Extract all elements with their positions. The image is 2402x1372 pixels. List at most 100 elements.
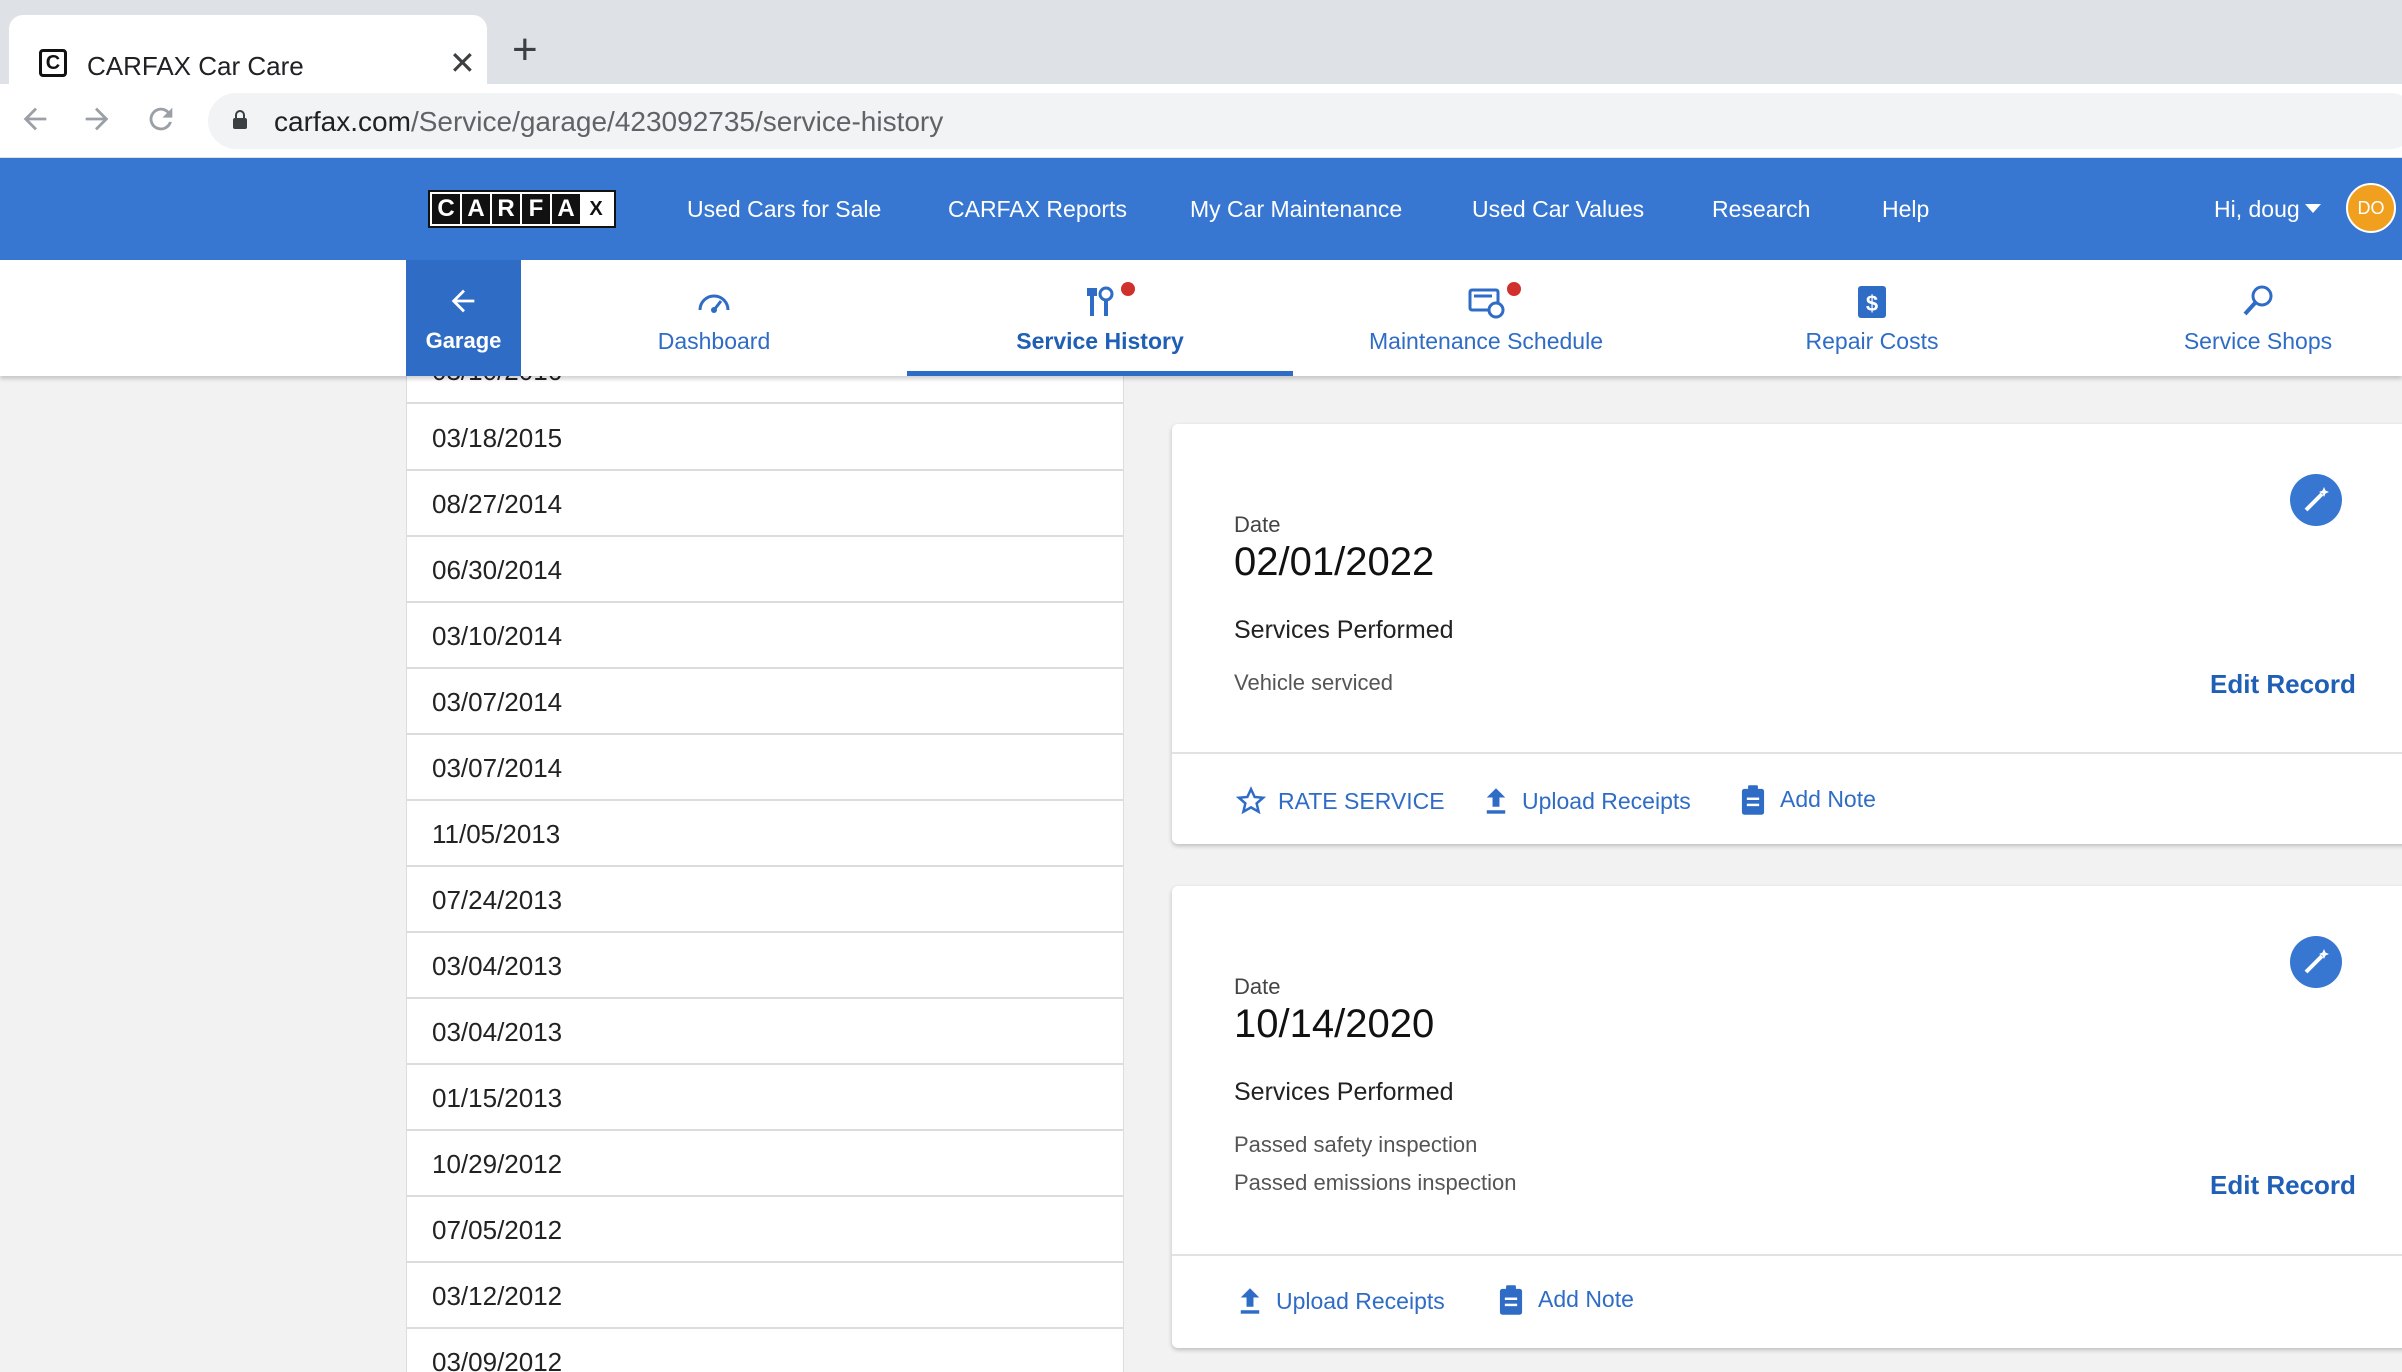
upload-icon: [1486, 788, 1506, 814]
divider: [1172, 1254, 2402, 1256]
back-arrow-icon: [446, 284, 480, 324]
schedule-icon: [1468, 288, 1505, 319]
back-icon[interactable]: [18, 102, 52, 142]
list-item[interactable]: 07/05/2012: [407, 1197, 1123, 1263]
date-text: 03/18/2015: [432, 423, 563, 453]
list-item[interactable]: 11/05/2013: [407, 801, 1123, 867]
edit-record-link[interactable]: Edit Record: [2210, 669, 2356, 700]
nav-used-car-values[interactable]: Used Car Values: [1472, 196, 1644, 223]
services-heading: Services Performed: [1234, 616, 1454, 644]
star-icon: [1236, 786, 1266, 815]
date-text: 07/24/2013: [432, 885, 563, 915]
url-host: carfax.com: [274, 106, 411, 137]
date-text: 03/07/2014: [432, 753, 563, 783]
tab-label: Maintenance Schedule: [1369, 328, 1603, 354]
logo-letter: X: [582, 194, 610, 224]
record-date: 10/14/2020: [1234, 1002, 1435, 1046]
speedometer-icon: [698, 294, 730, 313]
tab-label: Repair Costs: [1805, 328, 1939, 354]
svg-text:$: $: [1866, 291, 1878, 316]
service-item: Vehicle serviced: [1234, 670, 1393, 695]
date-text: 03/07/2014: [432, 687, 563, 717]
logo-letter: A: [462, 194, 490, 224]
date-text: 08/27/2014: [432, 489, 563, 519]
carfax-favicon-icon: C: [39, 49, 67, 77]
service-item: Passed emissions inspection: [1234, 1170, 1517, 1195]
logo-letter: A: [552, 194, 580, 224]
tab-title: CARFAX Car Care: [87, 51, 304, 81]
clipboard-icon: [1741, 785, 1765, 815]
list-item[interactable]: 01/15/2013: [407, 1065, 1123, 1131]
user-menu[interactable]: Hi, doug: [2214, 196, 2300, 223]
dollar-icon: $: [1858, 286, 1886, 318]
date-text: 03/09/2012: [432, 1347, 563, 1372]
date-text: 03/12/2012: [432, 1281, 563, 1311]
add-note-label: Add Note: [1538, 1286, 1634, 1312]
date-text: 07/05/2012: [432, 1215, 563, 1245]
list-item[interactable]: 03/04/2013: [407, 933, 1123, 999]
tab-service-shops[interactable]: Service Shops: [2065, 260, 2402, 376]
tab-label: Dashboard: [657, 328, 771, 354]
nav-used-cars[interactable]: Used Cars for Sale: [687, 196, 881, 223]
list-item[interactable]: 03/12/2012: [407, 1263, 1123, 1329]
date-text: 11/05/2013: [432, 819, 561, 849]
notification-dot: [1507, 282, 1521, 296]
list-item[interactable]: 03/04/2013: [407, 999, 1123, 1065]
logo-letter: F: [522, 194, 550, 224]
date-text: 01/15/2013: [432, 1083, 563, 1113]
browser-toolbar: carfax.com/Service/garage/423092735/serv…: [0, 84, 2402, 158]
carfax-logo[interactable]: C A R F A X: [428, 190, 616, 228]
edit-record-link[interactable]: Edit Record: [2210, 1170, 2356, 1201]
record-date: 02/01/2022: [1234, 540, 1435, 584]
tab-service-history[interactable]: Service History: [907, 260, 1293, 376]
tab-dashboard[interactable]: Dashboard: [521, 260, 907, 376]
caret-down-icon[interactable]: [2305, 204, 2321, 213]
browser-tab[interactable]: C CARFAX Car Care ✕: [9, 15, 487, 84]
list-item[interactable]: 03/07/2014: [407, 669, 1123, 735]
new-tab-button[interactable]: +: [512, 28, 538, 72]
date-text: 03/04/2013: [432, 1017, 563, 1047]
date-label: Date: [1234, 974, 1281, 999]
sub-navigation: Garage Dashboard Service History Mainten…: [0, 260, 2402, 376]
date-text: 03/04/2013: [432, 951, 563, 981]
service-item: Passed safety inspection: [1234, 1132, 1478, 1157]
list-item[interactable]: 03/09/2012: [407, 1329, 1123, 1372]
garage-button[interactable]: Garage: [406, 260, 521, 376]
date-text: 10/29/2012: [432, 1149, 563, 1179]
nav-research[interactable]: Research: [1712, 196, 1810, 223]
upload-icon: [1240, 1288, 1260, 1314]
nav-help[interactable]: Help: [1882, 196, 1929, 223]
reload-icon[interactable]: [144, 102, 178, 142]
list-item[interactable]: 07/24/2013: [407, 867, 1123, 933]
forward-icon[interactable]: [80, 102, 114, 142]
logo-letter: R: [492, 194, 520, 224]
upload-receipts-label: Upload Receipts: [1276, 1288, 1445, 1314]
search-icon: [2243, 285, 2273, 316]
tools-icon: [1087, 286, 1114, 316]
list-item[interactable]: 08/27/2014: [407, 471, 1123, 537]
list-item[interactable]: 03/18/2015: [407, 405, 1123, 471]
tab-maintenance-schedule[interactable]: Maintenance Schedule: [1293, 260, 1679, 376]
list-item[interactable]: 10/29/2012: [407, 1131, 1123, 1197]
list-item[interactable]: 03/07/2014: [407, 735, 1123, 801]
rate-service-label: RATE SERVICE: [1278, 788, 1445, 814]
list-item[interactable]: 03/10/2014: [407, 603, 1123, 669]
tab-label: Service History: [1016, 328, 1184, 354]
nav-carfax-reports[interactable]: CARFAX Reports: [948, 196, 1127, 223]
nav-my-car-maintenance[interactable]: My Car Maintenance: [1190, 196, 1402, 223]
logo-letter: C: [432, 194, 460, 224]
address-bar[interactable]: carfax.com/Service/garage/423092735/serv…: [208, 93, 2402, 149]
browser-tabstrip: C CARFAX Car Care ✕ +: [0, 0, 2402, 84]
url-text: carfax.com/Service/garage/423092735/serv…: [274, 106, 943, 138]
magic-wand-icon[interactable]: [2290, 936, 2342, 988]
tab-repair-costs[interactable]: $ Repair Costs: [1679, 260, 2065, 376]
tab-close-icon[interactable]: ✕: [449, 47, 476, 79]
notification-dot: [1121, 282, 1135, 296]
tab-label: Service Shops: [2183, 328, 2333, 354]
site-header: C A R F A X Used Cars for Sale CARFAX Re…: [0, 158, 2402, 260]
list-item[interactable]: 06/30/2014: [407, 537, 1123, 603]
avatar[interactable]: DO: [2346, 183, 2396, 233]
magic-wand-icon[interactable]: [2290, 474, 2342, 526]
date-text: 03/10/2014: [432, 621, 563, 651]
service-record-card: Date 10/14/2020 Services Performed Passe…: [1172, 886, 2402, 1348]
